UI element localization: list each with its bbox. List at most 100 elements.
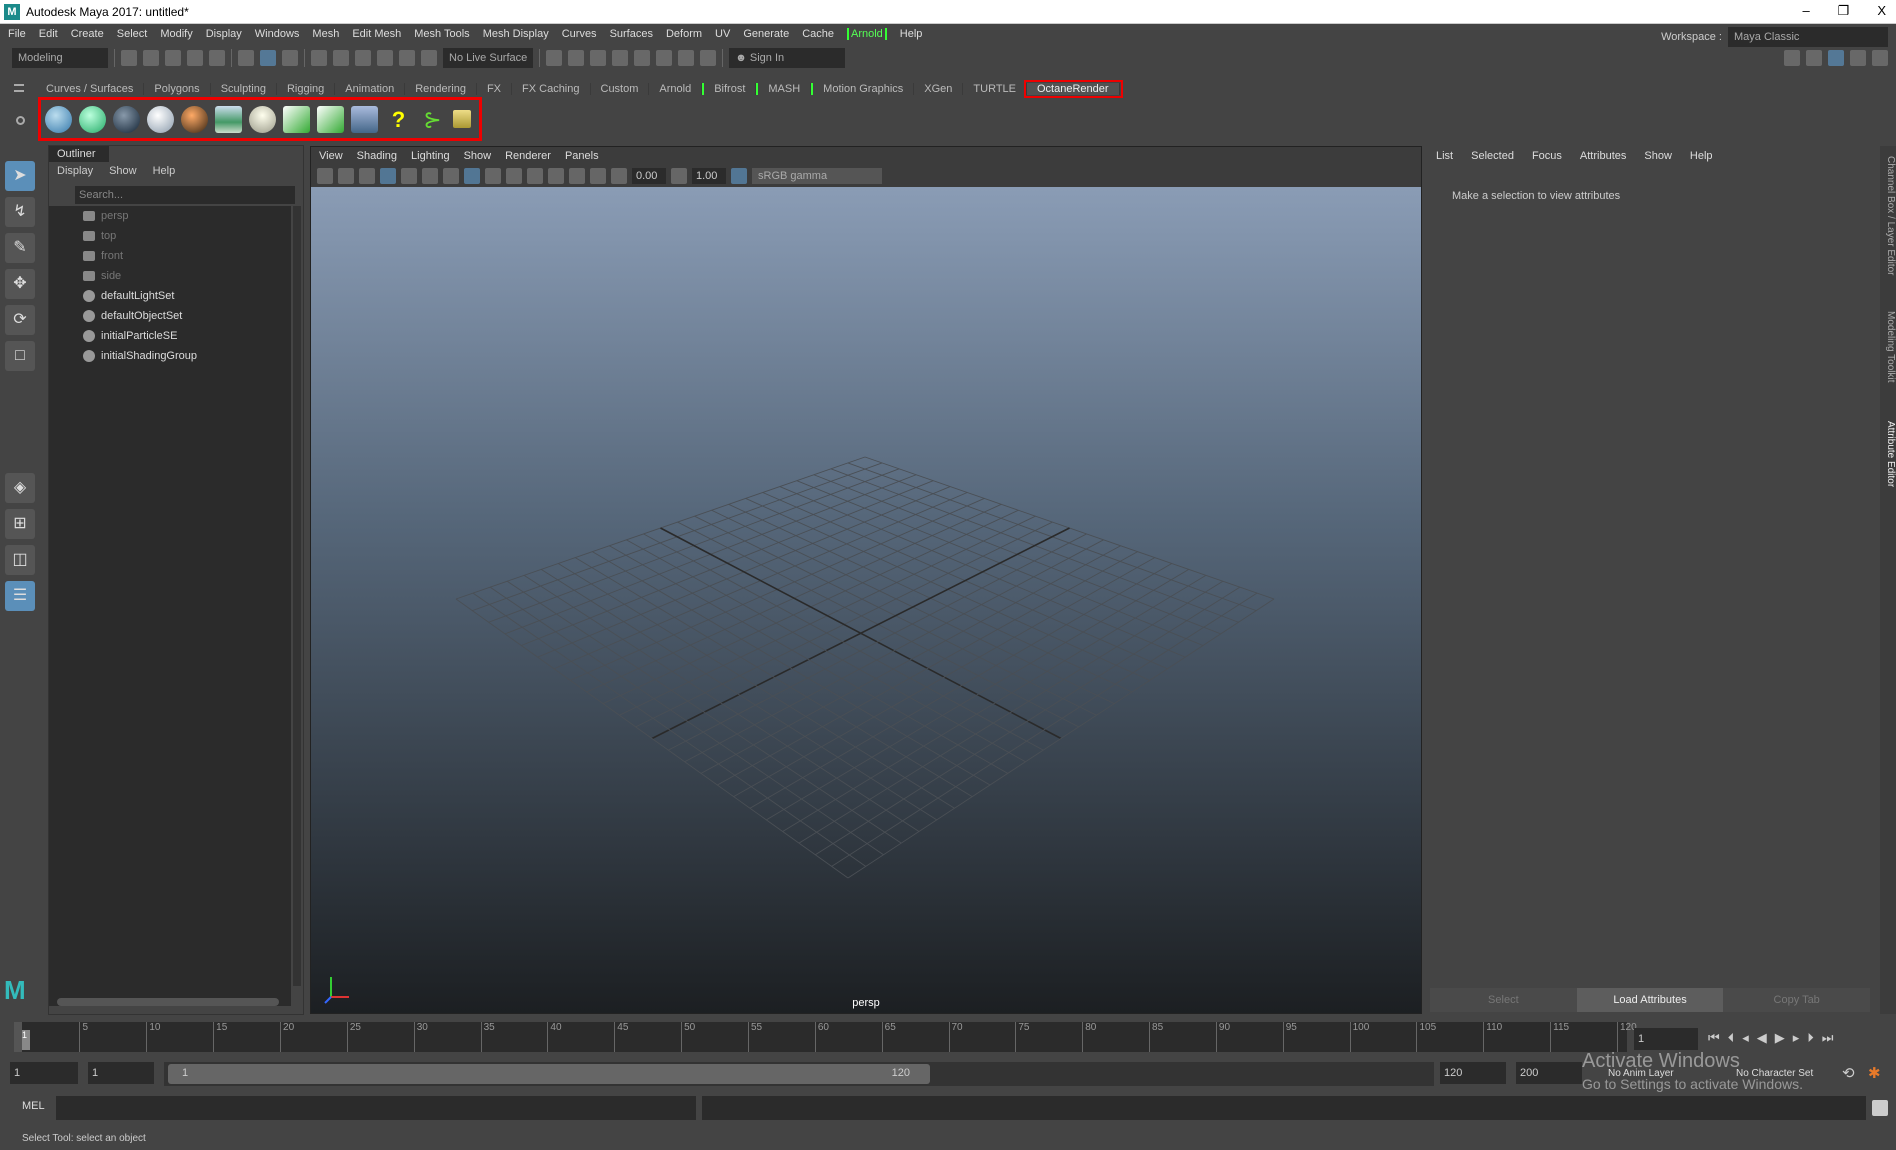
menu-deform[interactable]: Deform — [666, 28, 702, 40]
scale-tool-icon[interactable]: □ — [5, 341, 35, 371]
exposure-icon[interactable] — [611, 168, 627, 184]
redo-icon[interactable] — [209, 50, 225, 66]
new-scene-icon[interactable] — [121, 50, 137, 66]
step-back-frame-icon[interactable]: ◂ — [1742, 1030, 1749, 1046]
shelf-tab-rendering[interactable]: Rendering — [405, 83, 477, 95]
playback-end-field[interactable]: 120 — [1440, 1062, 1506, 1084]
anim-preferences-icon[interactable]: ✱ — [1868, 1064, 1881, 1082]
snap-point-icon[interactable] — [355, 50, 371, 66]
menu-uv[interactable]: UV — [715, 28, 730, 40]
lights-icon[interactable] — [506, 168, 522, 184]
outliner-horizontal-scrollbar[interactable] — [57, 998, 279, 1006]
arnold-render-icon[interactable] — [656, 50, 673, 66]
timeline-handle[interactable] — [14, 1022, 22, 1052]
octane-light-icon[interactable] — [249, 105, 276, 133]
viewport-menu-shading[interactable]: Shading — [357, 150, 397, 162]
current-frame-field[interactable]: 1 — [1634, 1028, 1698, 1050]
menu-cache[interactable]: Cache — [802, 28, 834, 40]
snap-grid-icon[interactable] — [311, 50, 327, 66]
attr-menu-show[interactable]: Show — [1644, 150, 1672, 162]
channel-box-icon[interactable] — [1872, 50, 1888, 66]
close-button[interactable]: X — [1877, 3, 1886, 19]
shelf-tab-octanerender[interactable]: OctaneRender — [1024, 80, 1123, 98]
persp-outliner-layout-icon[interactable]: ◫ — [5, 545, 35, 575]
load-attributes-button[interactable]: Load Attributes — [1576, 988, 1724, 1012]
shelf-tab-sculpting[interactable]: Sculpting — [211, 83, 277, 95]
shelf-tab-turtle[interactable]: TURTLE — [963, 83, 1027, 95]
menu-file[interactable]: File — [8, 28, 26, 40]
outliner-item[interactable]: persp — [49, 206, 291, 226]
workspace-dropdown[interactable]: Maya Classic — [1728, 27, 1888, 47]
camera-icon[interactable] — [317, 168, 333, 184]
menu-set-dropdown[interactable]: Modeling — [12, 48, 108, 68]
select-hierarchy-icon[interactable] — [238, 50, 254, 66]
copy-tab-button[interactable]: Copy Tab — [1723, 988, 1871, 1012]
octane-environment-icon[interactable] — [215, 105, 242, 133]
isolate-select-icon[interactable] — [569, 168, 585, 184]
viewport-3d-view[interactable]: persp — [311, 187, 1421, 1013]
menu-windows[interactable]: Windows — [255, 28, 300, 40]
menu-surfaces[interactable]: Surfaces — [610, 28, 653, 40]
outliner-layout-icon[interactable]: ☰ — [5, 581, 35, 611]
tool-settings-icon[interactable] — [1850, 50, 1866, 66]
menu-help[interactable]: Help — [900, 28, 923, 40]
single-perspective-layout-icon[interactable]: ◈ — [5, 473, 35, 503]
shelf-tab-rigging[interactable]: Rigging — [277, 83, 336, 95]
select-object-icon[interactable] — [260, 50, 276, 66]
viewport-menu-show[interactable]: Show — [464, 150, 492, 162]
time-slider[interactable]: 5 10 15 20 25 30 35 40 45 50 55 60 65 70 75 80 85 90 95 100… — [22, 1022, 1637, 1052]
go-to-end-icon[interactable]: ⏭ — [1822, 1030, 1834, 1046]
outliner-scrollbar[interactable] — [293, 206, 301, 986]
viewport-menu-view[interactable]: View — [319, 150, 343, 162]
resolution-gate-icon[interactable] — [422, 168, 438, 184]
exposure-field[interactable]: 0.00 — [632, 168, 666, 184]
channel-box-tab[interactable]: Channel Box / Layer Editor — [1882, 156, 1896, 276]
camera-attributes-icon[interactable] — [338, 168, 354, 184]
paint-select-icon[interactable]: ✎ — [5, 233, 35, 263]
menu-generate[interactable]: Generate — [743, 28, 789, 40]
step-back-key-icon[interactable]: ⏴ — [1728, 1030, 1735, 1046]
select-button[interactable]: Select — [1430, 988, 1577, 1012]
hypershade-icon[interactable] — [634, 50, 651, 66]
octane-render-viewer-icon[interactable] — [45, 105, 72, 133]
outliner-item[interactable]: initialShadingGroup — [49, 346, 291, 366]
shelf-tab-bifrost[interactable]: Bifrost — [702, 83, 757, 95]
octane-material-icon[interactable] — [181, 105, 208, 133]
workspace-selector[interactable]: Workspace : Maya Classic — [1661, 27, 1888, 47]
outliner-item[interactable]: defaultObjectSet — [49, 306, 291, 326]
viewport-menu-panels[interactable]: Panels — [565, 150, 599, 162]
shelf-tab-animation[interactable]: Animation — [335, 83, 406, 95]
outliner-item[interactable]: initialParticleSE — [49, 326, 291, 346]
viewport-menu-lighting[interactable]: Lighting — [411, 150, 450, 162]
open-scene-icon[interactable] — [143, 50, 159, 66]
outliner-item[interactable]: side — [49, 266, 291, 286]
bookmark-icon[interactable] — [359, 168, 375, 184]
smooth-shade-icon[interactable] — [464, 168, 480, 184]
make-live-icon[interactable] — [421, 50, 437, 66]
outliner-item[interactable]: defaultLightSet — [49, 286, 291, 306]
command-language-label[interactable]: MEL — [22, 1100, 45, 1112]
menu-edit-mesh[interactable]: Edit Mesh — [352, 28, 401, 40]
shelf-tab-arnold[interactable]: Arnold — [649, 83, 703, 95]
minimize-button[interactable]: – — [1802, 3, 1809, 19]
ipr-render-icon[interactable] — [590, 50, 607, 66]
script-editor-icon[interactable] — [1872, 1100, 1888, 1116]
shelf-tab-xgen[interactable]: XGen — [914, 83, 964, 95]
node-graph-icon[interactable]: ⊱ — [419, 106, 446, 133]
arnold-pause-icon[interactable] — [700, 50, 717, 66]
play-backward-icon[interactable]: ◀ — [1757, 1030, 1767, 1046]
grid-toggle-icon[interactable] — [380, 168, 396, 184]
command-input[interactable] — [56, 1096, 696, 1120]
menu-create[interactable]: Create — [71, 28, 104, 40]
shelf-tab-mash[interactable]: MASH — [756, 83, 812, 95]
save-scene-icon[interactable] — [165, 50, 181, 66]
modeling-toolkit-icon[interactable] — [1784, 50, 1800, 66]
auto-key-icon[interactable]: ⟲ — [1842, 1064, 1855, 1082]
current-time-marker[interactable]: 1 — [22, 1030, 30, 1050]
gamma-icon[interactable] — [671, 168, 687, 184]
range-slider[interactable]: 1 120 — [168, 1064, 930, 1084]
shelf-tab-fx-caching[interactable]: FX Caching — [512, 83, 591, 95]
octane-export-icon[interactable] — [283, 105, 310, 133]
menu-modify[interactable]: Modify — [160, 28, 192, 40]
menu-curves[interactable]: Curves — [562, 28, 597, 40]
